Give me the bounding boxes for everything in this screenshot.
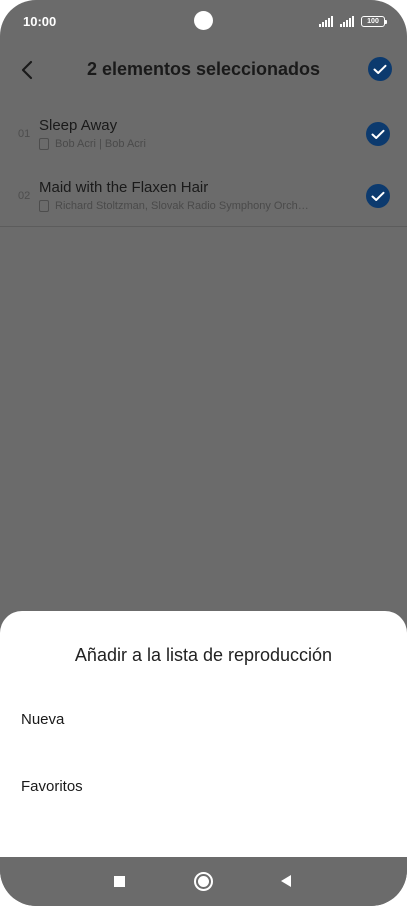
list-item[interactable]: 02 Maid with the Flaxen Hair Richard Sto… <box>0 165 407 227</box>
track-title: Maid with the Flaxen Hair <box>39 179 209 196</box>
checkmark-icon <box>371 191 385 201</box>
phone-device-icon <box>39 200 49 212</box>
circle-dot <box>197 875 209 887</box>
select-all-checkbox[interactable] <box>368 57 392 81</box>
track-checkbox[interactable] <box>366 122 390 146</box>
selection-header: 2 elementos seleccionados <box>0 52 407 88</box>
list-item[interactable]: 01 Sleep Away Bob Acri | Bob Acri <box>0 103 407 165</box>
chevron-left-icon <box>21 60 33 80</box>
playlist-option-favorites[interactable]: Favoritos <box>0 758 407 814</box>
checkmark-icon <box>373 64 387 74</box>
checkmark-icon <box>371 129 385 139</box>
triangle-back-icon <box>281 875 291 887</box>
home-button[interactable] <box>189 867 217 895</box>
front-camera <box>194 11 213 30</box>
sheet-title: Añadir a la lista de reproducción <box>74 645 333 665</box>
phone-device-icon <box>39 138 49 150</box>
battery-icon: 100 <box>361 16 387 27</box>
track-title: Sleep Away <box>39 117 118 134</box>
system-back-button[interactable] <box>272 867 300 895</box>
recents-button[interactable] <box>105 867 133 895</box>
track-number: 02 <box>18 190 31 202</box>
signal-icon <box>319 16 333 27</box>
track-subtitle: Richard Stoltzman, Slovak Radio Symphony… <box>39 200 345 212</box>
status-bar: 10:00 100 <box>0 0 407 44</box>
status-time: 10:00 <box>23 14 57 29</box>
track-artist: Bob Acri | Bob Acri <box>55 138 146 150</box>
track-number: 01 <box>18 128 31 140</box>
track-subtitle: Bob Acri | Bob Acri <box>39 138 345 150</box>
track-list: 01 Sleep Away Bob Acri | Bob Acri 02 Mai… <box>0 103 407 227</box>
signal-icon <box>340 16 354 27</box>
track-artist: Richard Stoltzman, Slovak Radio Symphony… <box>55 200 309 212</box>
navigation-bar <box>0 857 407 906</box>
page-title: 2 elementos seleccionados <box>86 59 321 79</box>
status-icons: 100 <box>319 16 387 27</box>
list-divider <box>0 226 407 227</box>
add-to-playlist-sheet: Añadir a la lista de reproducción Nueva … <box>0 611 407 857</box>
back-button[interactable] <box>14 56 40 84</box>
track-checkbox[interactable] <box>366 184 390 208</box>
screen: 10:00 100 2 elementos seleccionados 01 S… <box>0 0 407 906</box>
square-icon <box>113 875 125 887</box>
playlist-option-new[interactable]: Nueva <box>0 691 407 747</box>
circle-icon <box>193 871 213 891</box>
